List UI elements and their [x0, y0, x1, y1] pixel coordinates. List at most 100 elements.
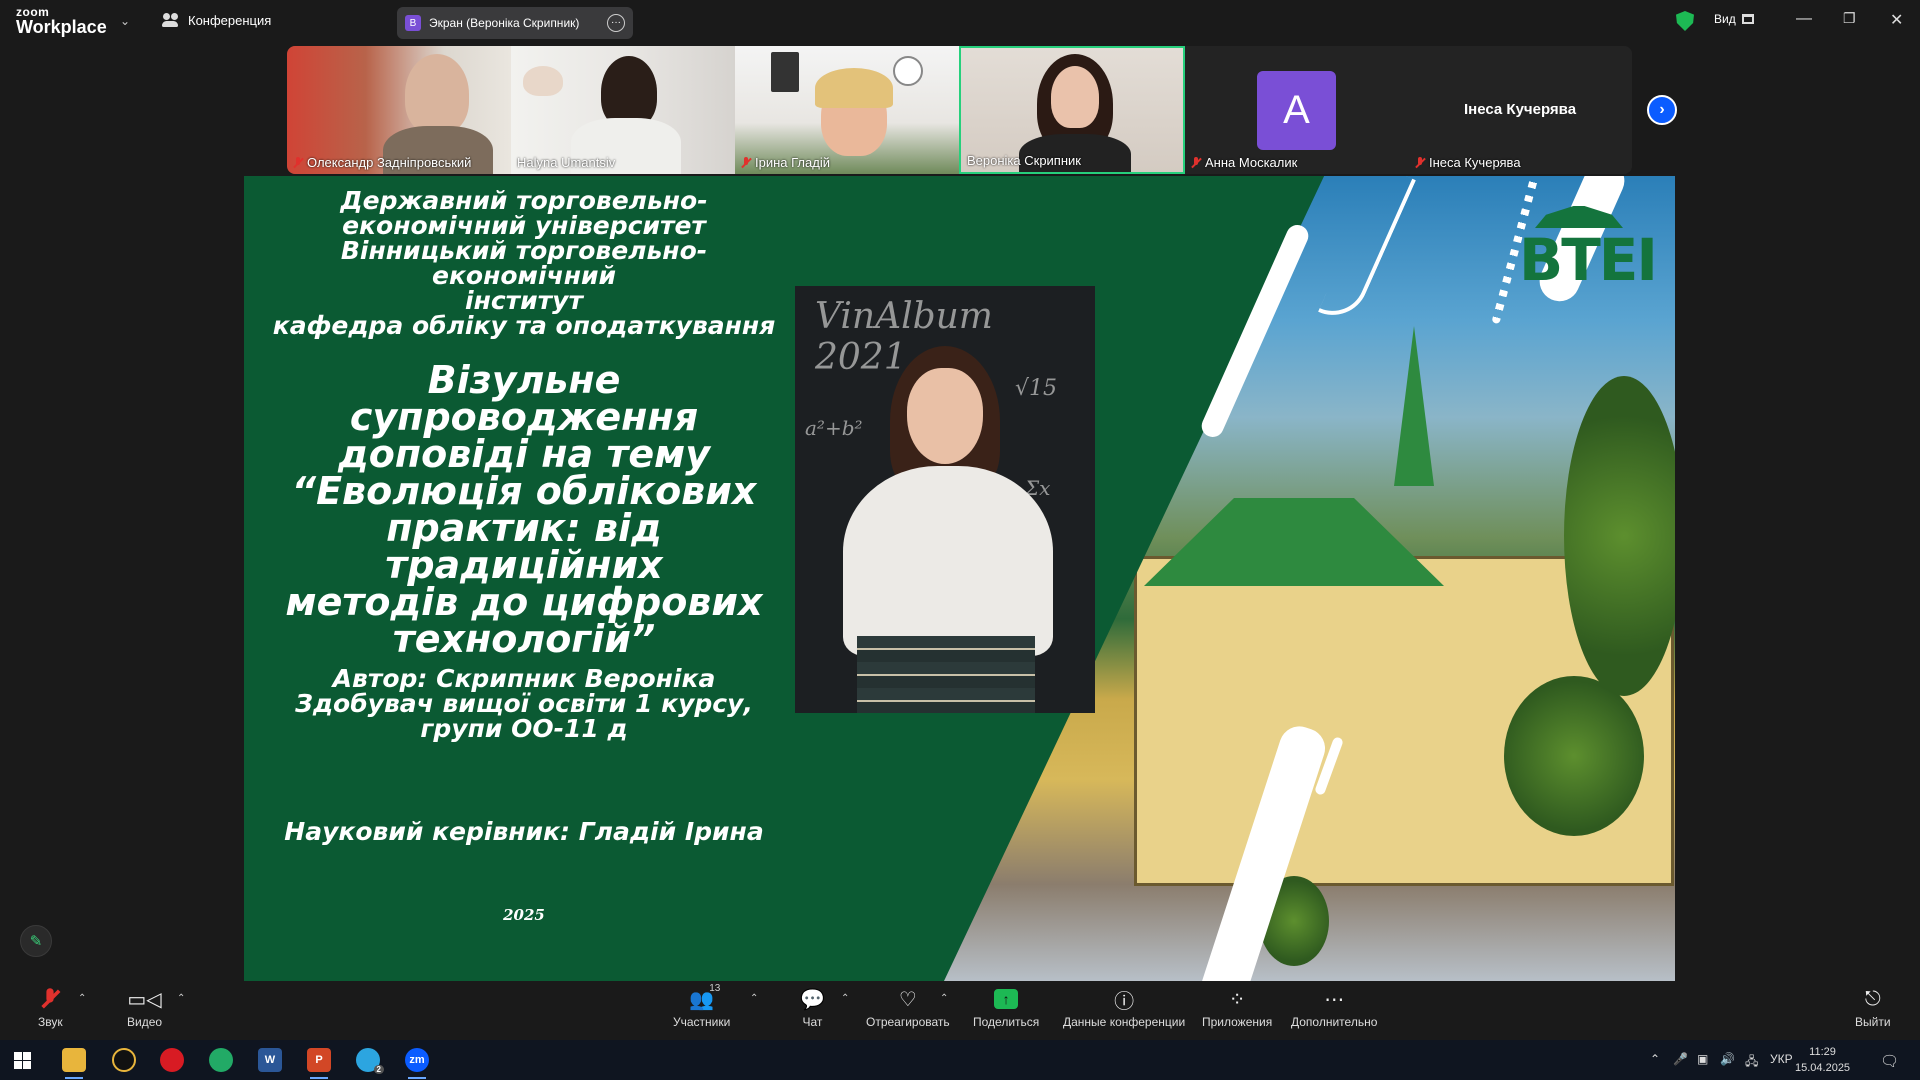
view-button[interactable]: Вид: [1714, 12, 1754, 26]
meeting-info-label: Данные конференции: [1063, 1015, 1186, 1029]
mic-muted-icon: [45, 987, 55, 1011]
chat-button[interactable]: 💬 Чат: [800, 987, 825, 1030]
telegram-badge: 2: [373, 1065, 384, 1074]
participant-video: [1051, 66, 1099, 128]
top-bar: zoom Workplace ⌄ Конференция В Экран (Ве…: [0, 0, 1920, 44]
encryption-shield-icon[interactable]: [1676, 11, 1694, 31]
meeting-info-button[interactable]: ⓘ Данные конференции: [1063, 987, 1186, 1030]
language-indicator[interactable]: УКР: [1770, 1052, 1793, 1066]
notifications-icon[interactable]: 🗨: [1880, 1052, 1899, 1070]
info-icon: ⓘ: [1114, 990, 1135, 1013]
zoom-workplace-logo[interactable]: zoom Workplace: [16, 6, 107, 36]
slide-year: 2025: [503, 906, 545, 924]
powerpoint-icon[interactable]: P: [307, 1048, 331, 1072]
react-button[interactable]: ♡ Отреагировать: [866, 987, 950, 1030]
meeting-controls: Звук ⌃ ▭◁ Видео ⌃ 👥 13 Участники ⌃ 💬 Чат …: [0, 983, 1920, 1040]
word-icon[interactable]: W: [258, 1048, 282, 1072]
camera-icon[interactable]: ▣: [1697, 1052, 1708, 1066]
participants-button[interactable]: 👥 13 Участники: [673, 983, 730, 1029]
shared-screen-slide: ВТЕІ VinAlbum 2021 √15 a²+b² Σx Державни…: [244, 176, 1675, 981]
topic-line: Візульне супроводження: [349, 358, 699, 439]
institution-line: кафедра обліку та оподаткування: [272, 311, 776, 340]
video-button[interactable]: ▭◁ Видео: [127, 987, 163, 1030]
clock-date: 15.04.2025: [1795, 1062, 1851, 1074]
browser-icon[interactable]: [209, 1048, 233, 1072]
topic-line: “Еволюція облікових: [291, 469, 757, 513]
institution-line: Вінницький торговельно-економічний: [340, 236, 708, 290]
participant-name-large: Інеса Кучерява: [1464, 101, 1577, 118]
chat-options-chevron-icon[interactable]: ⌃: [841, 993, 849, 1004]
leave-label: Выйти: [1855, 1015, 1891, 1029]
restore-window-icon[interactable]: ❐: [1843, 10, 1856, 27]
chalkboard-formula: a²+b²: [805, 416, 863, 440]
share-label: Поделиться: [973, 1015, 1040, 1029]
share-button[interactable]: ↑ Поделиться: [973, 987, 1039, 1029]
topic-line: методів до цифрових: [285, 580, 763, 624]
participant-name: Вероніка Скрипник: [967, 153, 1081, 168]
participant-name-tag: Інеса Кучерява: [1415, 155, 1521, 170]
chat-label: Чат: [802, 1015, 823, 1029]
next-page-button[interactable]: ›: [1647, 95, 1677, 125]
video-label: Видео: [127, 1015, 163, 1029]
wall-clock: [893, 56, 923, 86]
participant-name-tag: Вероніка Скрипник: [967, 153, 1081, 168]
audio-label: Звук: [38, 1015, 63, 1029]
more-label: Дополнительно: [1291, 1015, 1378, 1029]
participants-options-chevron-icon[interactable]: ⌃: [750, 993, 758, 1004]
participant-strip: Олександр Задніпровський Halyna Umantsiv…: [287, 46, 1632, 174]
windows-start-icon[interactable]: [14, 1052, 31, 1069]
telegram-icon[interactable]: 2: [356, 1048, 384, 1074]
conference-label: Конференция: [188, 12, 272, 28]
chevron-down-icon[interactable]: ⌄: [120, 14, 130, 28]
app-icon[interactable]: [112, 1048, 136, 1072]
participant-name: Halyna Umantsiv: [517, 155, 616, 170]
mic-muted-icon: [1415, 156, 1425, 169]
video-camera-icon: ▭◁: [127, 988, 162, 1011]
participant-name: Інеса Кучерява: [1429, 155, 1521, 170]
microphone-icon[interactable]: 🎤: [1673, 1052, 1688, 1066]
zoom-app-icon[interactable]: zm: [405, 1048, 429, 1072]
volume-icon[interactable]: 🔊: [1720, 1052, 1735, 1066]
audio-button[interactable]: Звук: [38, 987, 63, 1029]
topic-line: доповіді на тему: [338, 432, 710, 476]
show-hidden-icons-chevron-icon[interactable]: ⌃: [1650, 1052, 1660, 1066]
participant-tile-active-speaker[interactable]: Вероніка Скрипник: [959, 46, 1185, 174]
more-button[interactable]: ⋯ Дополнительно: [1291, 987, 1378, 1030]
active-app-indicator: [310, 1077, 328, 1079]
portrait-body: [843, 466, 1053, 656]
audio-options-chevron-icon[interactable]: ⌃: [78, 993, 86, 1004]
participant-hair: [815, 68, 893, 108]
network-icon[interactable]: 🖧: [1745, 1052, 1758, 1073]
chevron-right-icon: ›: [1659, 101, 1665, 118]
video-options-chevron-icon[interactable]: ⌃: [177, 993, 185, 1004]
screen-share-tab[interactable]: В Экран (Вероніка Скрипник) ···: [397, 7, 633, 39]
minimize-window-icon[interactable]: —: [1796, 10, 1812, 28]
participant-tile[interactable]: Олександр Задніпровський: [287, 46, 511, 174]
apps-label: Приложения: [1202, 1015, 1273, 1029]
apps-button[interactable]: ⁘ Приложения: [1202, 987, 1273, 1030]
leave-button[interactable]: ⎋ Выйти: [1855, 987, 1891, 1030]
mic-muted-icon: [293, 156, 303, 169]
logo-bottom-text: Workplace: [16, 17, 107, 37]
annotate-pen-button[interactable]: ✎: [20, 925, 52, 957]
react-options-chevron-icon[interactable]: ⌃: [940, 993, 948, 1004]
more-options-icon[interactable]: ···: [607, 14, 625, 32]
react-label: Отреагировать: [866, 1015, 950, 1029]
portrait-face: [907, 368, 983, 464]
close-window-icon[interactable]: ✕: [1890, 10, 1903, 30]
opera-browser-icon[interactable]: [160, 1048, 184, 1072]
file-explorer-icon[interactable]: [62, 1048, 86, 1072]
active-app-indicator: [408, 1077, 426, 1079]
people-icon: [162, 12, 180, 28]
heart-icon: ♡: [898, 988, 917, 1011]
flowers-decor: [523, 66, 563, 96]
clock-time: 11:29: [1809, 1046, 1836, 1058]
system-clock[interactable]: 11:29 15.04.2025: [1795, 1044, 1850, 1076]
participant-tile[interactable]: Ірина Гладій: [735, 46, 959, 174]
participant-tile[interactable]: Halyna Umantsiv: [511, 46, 735, 174]
author-line: Автор: Скрипник Вероніка: [332, 664, 716, 693]
conference-button[interactable]: Конференция: [162, 12, 271, 28]
institution-heading: Державний торговельно- економічний уніве…: [254, 188, 794, 338]
participant-name-tag: Ірина Гладій: [741, 155, 830, 170]
chalkboard-formula: √15: [1015, 376, 1058, 401]
